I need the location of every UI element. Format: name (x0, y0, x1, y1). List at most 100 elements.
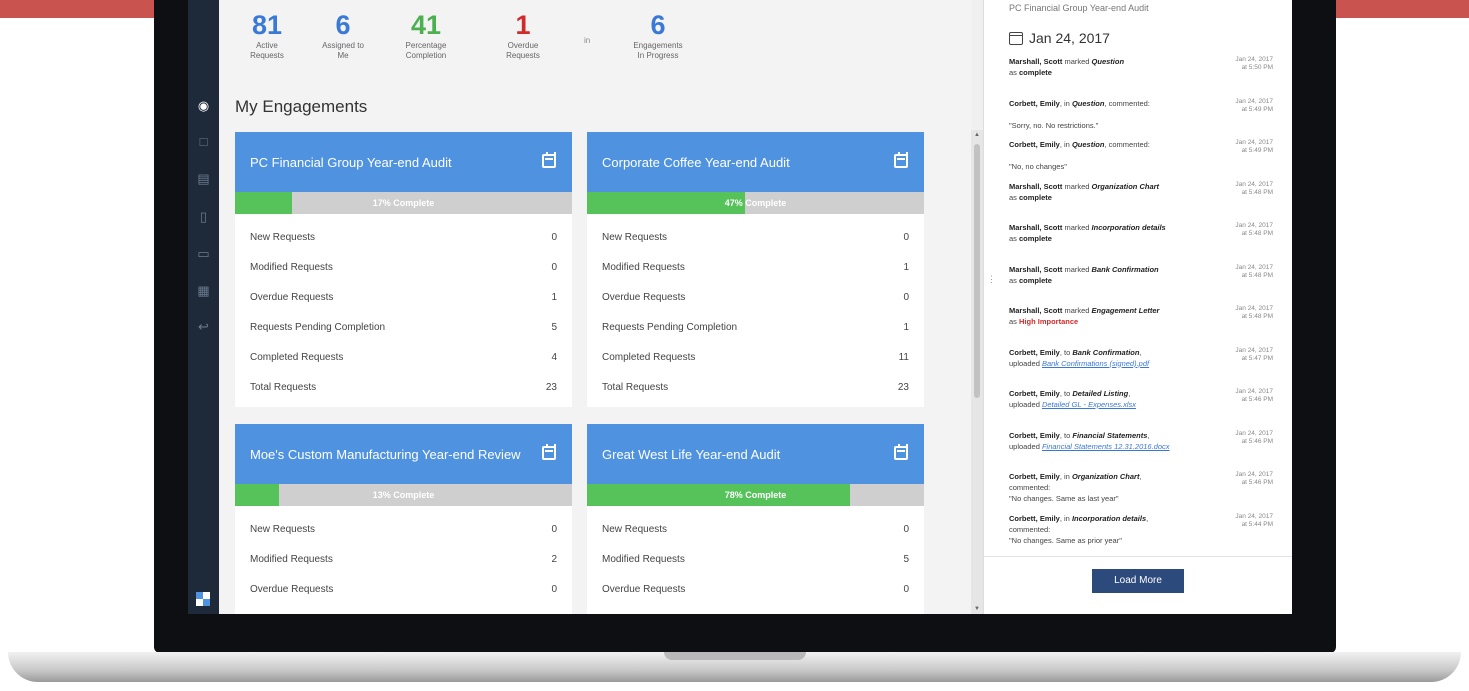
calendar-icon[interactable] (894, 152, 908, 168)
attachment-link[interactable]: Financial Statements 12.31.2016.docx (1042, 442, 1170, 451)
engagement-card[interactable]: Corporate Coffee Year-end Audit 47% Comp… (587, 132, 924, 407)
attachment-link[interactable]: Bank Confirmations (signed).pdf (1042, 359, 1149, 368)
list-item[interactable]: Requests Pending Completion 1 (602, 312, 909, 342)
scrollbar-thumb[interactable] (974, 144, 980, 398)
activity-entry[interactable]: Marshall, Scott marked Engagement Letter… (1009, 305, 1279, 347)
progress-bar: 17% Complete (235, 192, 572, 214)
list-item[interactable]: Modified Requests 5 (602, 544, 909, 574)
activity-object[interactable]: Engagement Letter (1092, 306, 1160, 315)
bookmark-icon[interactable]: ▯ (195, 208, 212, 225)
list-item[interactable]: Overdue Requests 0 (602, 282, 909, 312)
list-item[interactable]: New Requests 0 (250, 222, 557, 252)
stat-overdue-requests[interactable]: 1 Overdue Requests (490, 10, 556, 61)
row-value: 1 (903, 321, 909, 333)
row-value: 0 (551, 231, 557, 243)
calendar-icon[interactable] (542, 152, 556, 168)
activity-user[interactable]: Corbett, Emily (1009, 348, 1060, 357)
activity-user[interactable]: Corbett, Emily (1009, 514, 1060, 523)
list-item[interactable]: Total Requests 23 (602, 372, 909, 402)
activity-entry[interactable]: Marshall, Scott marked Question as comple… (1009, 56, 1279, 98)
main-scrollbar[interactable]: ▲ ▼ (971, 130, 983, 614)
card-header[interactable]: Corporate Coffee Year-end Audit (587, 132, 924, 192)
stat-active-requests[interactable]: 81 Active Requests (234, 10, 300, 61)
list-item[interactable]: Total Requests 23 (250, 372, 557, 402)
activity-user[interactable]: Corbett, Emily (1009, 431, 1060, 440)
list-item[interactable]: Completed Requests 4 (250, 342, 557, 372)
resize-handle-icon[interactable]: ⋮ (987, 275, 996, 284)
activity-user[interactable]: Marshall, Scott (1009, 182, 1062, 191)
activity-entry[interactable]: Corbett, Emily, in Question, commented: "… (1009, 139, 1279, 181)
list-item[interactable]: Overdue Requests 0 (602, 574, 909, 604)
list-item[interactable]: Modified Requests 0 (250, 252, 557, 282)
contact-card-icon[interactable]: ▭ (195, 245, 212, 262)
activity-user[interactable]: Marshall, Scott (1009, 265, 1062, 274)
card-title[interactable]: Moe's Custom Manufacturing Year-end Revi… (250, 446, 521, 463)
attachment-link[interactable]: Detailed GL - Expenses.xlsx (1042, 400, 1136, 409)
activity-entry[interactable]: Marshall, Scott marked Organization Char… (1009, 181, 1279, 223)
activity-object[interactable]: Organization Chart (1092, 182, 1160, 191)
progress-label: 13% Complete (372, 490, 435, 500)
activity-user[interactable]: Corbett, Emily (1009, 99, 1060, 108)
activity-object[interactable]: Incorporation details (1092, 223, 1166, 232)
activity-object[interactable]: Organization Chart (1072, 472, 1140, 481)
activity-entry[interactable]: Marshall, Scott marked Bank Confirmation… (1009, 264, 1279, 306)
list-item[interactable]: Modified Requests 2 (250, 544, 557, 574)
activity-user[interactable]: Marshall, Scott (1009, 306, 1062, 315)
activity-object[interactable]: Question (1072, 99, 1105, 108)
card-header[interactable]: Great West Life Year-end Audit (587, 424, 924, 484)
activity-object[interactable]: Financial Statements (1072, 431, 1147, 440)
activity-object[interactable]: Bank Confirmation (1072, 348, 1139, 357)
card-title[interactable]: PC Financial Group Year-end Audit (250, 154, 452, 171)
activity-object[interactable]: Bank Confirmation (1092, 265, 1159, 274)
activity-verb: marked (1062, 57, 1092, 66)
engagement-card[interactable]: Great West Life Year-end Audit 78% Compl… (587, 424, 924, 614)
activity-verb: , in (1059, 513, 1072, 523)
engagement-card[interactable]: PC Financial Group Year-end Audit 17% Co… (235, 132, 572, 407)
list-item[interactable]: Overdue Requests 0 (250, 574, 557, 604)
inbox-icon[interactable]: ▤ (195, 170, 212, 187)
activity-entry[interactable]: Corbett, Emily, to Bank Confirmation, upl… (1009, 347, 1279, 389)
row-label: Total Requests (602, 381, 669, 393)
list-item[interactable]: Completed Requests 11 (602, 342, 909, 372)
activity-user[interactable]: Corbett, Emily (1009, 389, 1060, 398)
stat-percentage-completion[interactable]: 41 Percentage Completion (393, 10, 459, 61)
row-label: Total Requests (250, 381, 317, 393)
app-logo[interactable] (196, 592, 210, 606)
stat-assigned-to-me[interactable]: 6 Assigned to Me (310, 10, 376, 61)
stat-engagements-in-progress[interactable]: 6 Engagements In Progress (625, 10, 691, 61)
logout-icon[interactable]: ↩ (195, 318, 212, 335)
scroll-up-icon[interactable]: ▲ (971, 132, 983, 138)
activity-object[interactable]: Incorporation details (1072, 514, 1146, 523)
activity-user[interactable]: Corbett, Emily (1009, 472, 1060, 481)
card-title[interactable]: Great West Life Year-end Audit (602, 446, 780, 463)
activity-entry[interactable]: Corbett, Emily, in Question, commented: "… (1009, 98, 1279, 140)
activity-object[interactable]: Question (1072, 140, 1105, 149)
activity-entry[interactable]: Corbett, Emily, to Financial Statements,… (1009, 430, 1279, 472)
activity-entry[interactable]: Corbett, Emily, in Incorporation details… (1009, 513, 1279, 555)
list-item[interactable]: New Requests 0 (250, 514, 557, 544)
activity-object[interactable]: Detailed Listing (1072, 389, 1128, 398)
list-item[interactable]: Requests Pending Completion 5 (250, 312, 557, 342)
card-header[interactable]: Moe's Custom Manufacturing Year-end Revi… (235, 424, 572, 484)
scroll-down-icon[interactable]: ▼ (971, 606, 983, 612)
activity-entry[interactable]: Corbett, Emily, to Detailed Listing, uplo… (1009, 388, 1279, 430)
clipboard-icon[interactable]: ▦ (195, 282, 212, 299)
activity-user[interactable]: Marshall, Scott (1009, 223, 1062, 232)
card-title[interactable]: Corporate Coffee Year-end Audit (602, 154, 790, 171)
calendar-icon[interactable] (542, 444, 556, 460)
activity-object[interactable]: Question (1092, 57, 1125, 66)
engagement-card[interactable]: Moe's Custom Manufacturing Year-end Revi… (235, 424, 572, 614)
dashboard-icon[interactable]: ◉ (195, 97, 212, 114)
activity-user[interactable]: Corbett, Emily (1009, 140, 1060, 149)
list-item[interactable]: New Requests 0 (602, 222, 909, 252)
activity-entry[interactable]: Marshall, Scott marked Incorporation det… (1009, 222, 1279, 264)
load-more-button[interactable]: Load More (1092, 569, 1184, 593)
document-icon[interactable]: □ (195, 133, 212, 150)
calendar-icon[interactable] (894, 444, 908, 460)
card-header[interactable]: PC Financial Group Year-end Audit (235, 132, 572, 192)
activity-entry[interactable]: Corbett, Emily, in Organization Chart, co… (1009, 471, 1279, 513)
list-item[interactable]: New Requests 0 (602, 514, 909, 544)
list-item[interactable]: Modified Requests 1 (602, 252, 909, 282)
activity-user[interactable]: Marshall, Scott (1009, 57, 1062, 66)
list-item[interactable]: Overdue Requests 1 (250, 282, 557, 312)
